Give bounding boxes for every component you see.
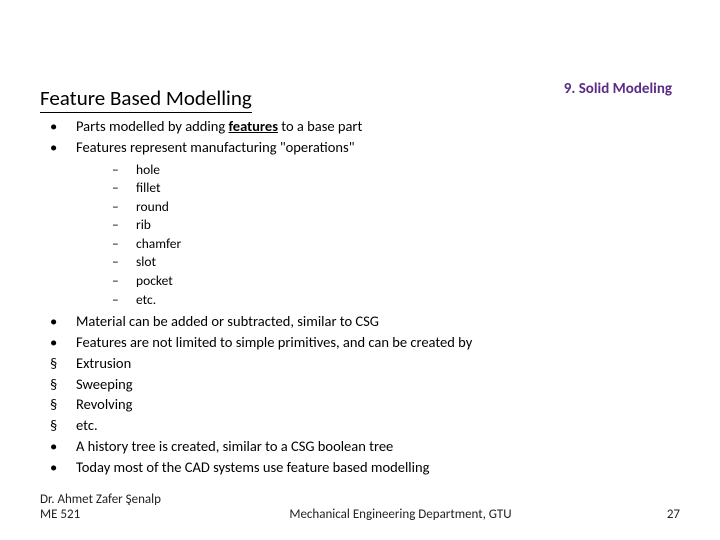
list-item: •Features are not limited to simple prim… (48, 333, 672, 352)
item-text: rib (136, 216, 672, 234)
item-text: A history tree is created, similar to a … (76, 437, 672, 456)
list-item: §Revolving (48, 395, 672, 414)
bullet-dash-icon: – (112, 291, 136, 309)
item-text: Revolving (76, 395, 672, 414)
text-fragment: to a base part (278, 117, 362, 135)
slide-content: • Parts modelled by adding features to a… (48, 115, 672, 477)
item-text: chamfer (136, 235, 672, 253)
footer-department: Mechanical Engineering Department, GTU (161, 507, 640, 522)
item-text: Features represent manufacturing "operat… (76, 138, 672, 157)
list-item: •A history tree is created, similar to a… (48, 437, 672, 456)
list-item: –fillet (112, 179, 672, 197)
list-item: –chamfer (112, 235, 672, 253)
item-text: Extrusion (76, 354, 672, 373)
list-item: §Sweeping (48, 375, 672, 394)
bullet-dot-icon: • (48, 138, 76, 157)
list-item: –pocket (112, 272, 672, 290)
list-item: •Today most of the CAD systems use featu… (48, 458, 672, 477)
item-text: Sweeping (76, 375, 672, 394)
bullet-dash-icon: – (112, 216, 136, 234)
bullet-dot-icon: • (48, 458, 76, 477)
footer-author-block: Dr. Ahmet Zafer Şenalp ME 521 (40, 492, 161, 522)
list-item: –hole (112, 161, 672, 179)
list-item: –rib (112, 216, 672, 234)
item-text: slot (136, 253, 672, 271)
bullet-square-icon: § (48, 416, 76, 435)
item-text: fillet (136, 179, 672, 197)
list-item: • Features represent manufacturing "oper… (48, 138, 672, 157)
list-item: –etc. (112, 291, 672, 309)
item-text: etc. (136, 291, 672, 309)
list-item: –slot (112, 253, 672, 271)
item-text: Today most of the CAD systems use featur… (76, 458, 672, 477)
bullet-dot-icon: • (48, 333, 76, 352)
chapter-label: 9. Solid Modeling (564, 80, 672, 98)
bullet-dash-icon: – (112, 198, 136, 216)
item-text: Parts modelled by adding features to a b… (76, 117, 672, 136)
list-item: •Material can be added or subtracted, si… (48, 312, 672, 331)
item-text: round (136, 198, 672, 216)
text-underline: features (228, 117, 278, 135)
slide-title: Feature Based Modelling (40, 85, 252, 113)
sublist: –hole –fillet –round –rib –chamfer –slot… (112, 161, 672, 308)
bullet-dot-icon: • (48, 312, 76, 331)
item-text: hole (136, 161, 672, 179)
bullet-dash-icon: – (112, 161, 136, 179)
text-fragment: Parts modelled by adding (76, 117, 228, 135)
slide-footer: Dr. Ahmet Zafer Şenalp ME 521 Mechanical… (40, 492, 680, 522)
list-item: • Parts modelled by adding features to a… (48, 117, 672, 136)
bullet-dot-icon: • (48, 117, 76, 136)
bullet-dash-icon: – (112, 235, 136, 253)
list-item: §Extrusion (48, 354, 672, 373)
bullet-square-icon: § (48, 395, 76, 414)
page-number: 27 (640, 507, 680, 522)
item-text: Features are not limited to simple primi… (76, 333, 672, 352)
bullet-dash-icon: – (112, 253, 136, 271)
footer-author: Dr. Ahmet Zafer Şenalp (40, 492, 161, 507)
item-text: pocket (136, 272, 672, 290)
item-text: etc. (76, 416, 672, 435)
footer-course: ME 521 (40, 507, 161, 522)
bullet-dot-icon: • (48, 437, 76, 456)
item-text: Material can be added or subtracted, sim… (76, 312, 672, 331)
list-item: –round (112, 198, 672, 216)
bullet-dash-icon: – (112, 272, 136, 290)
bullet-square-icon: § (48, 354, 76, 373)
bullet-square-icon: § (48, 375, 76, 394)
list-item: §etc. (48, 416, 672, 435)
bullet-dash-icon: – (112, 179, 136, 197)
